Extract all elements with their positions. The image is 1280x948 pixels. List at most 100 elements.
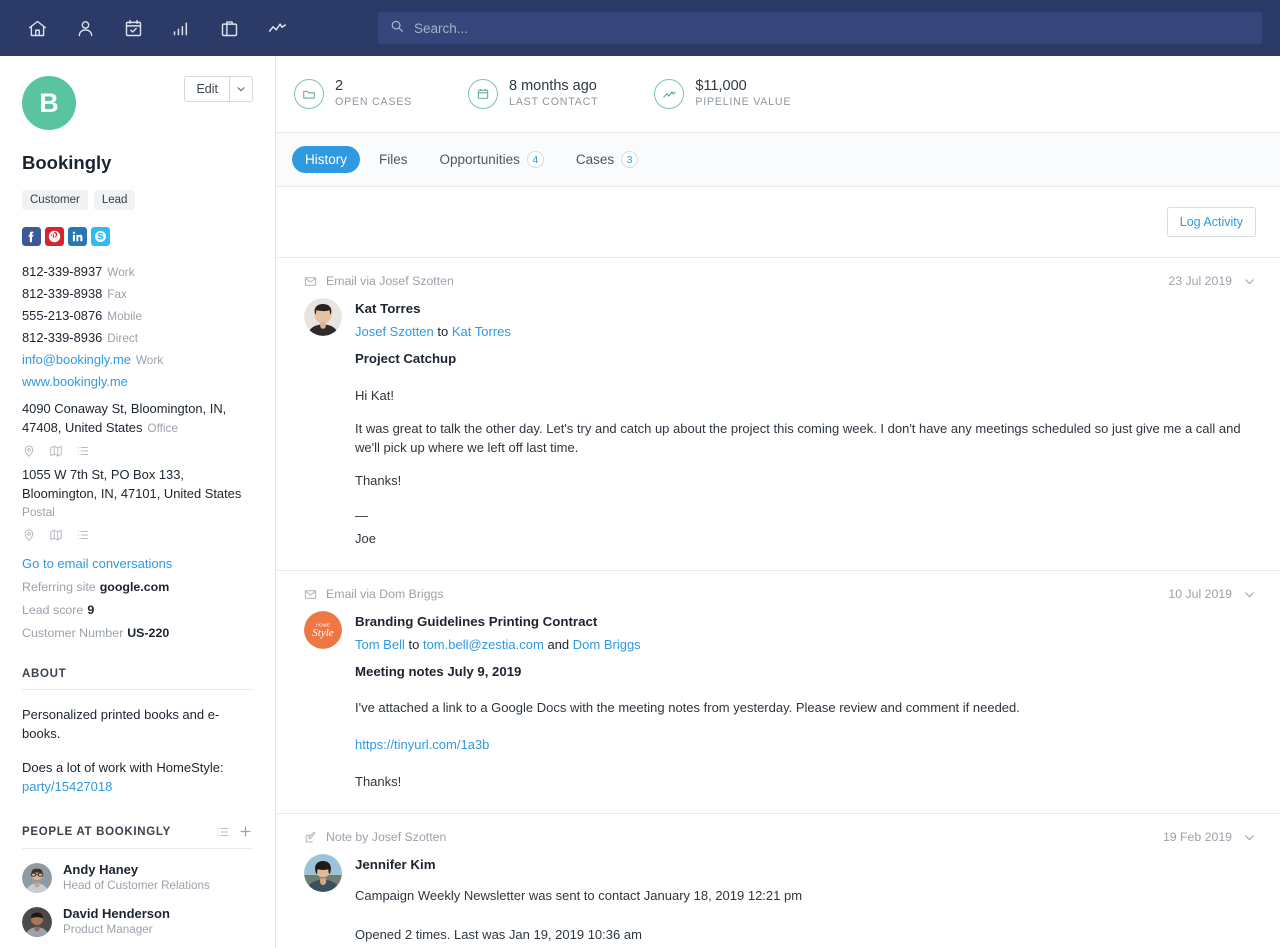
- entry-content: Kat Torres Josef Szotten to Kat Torres P…: [355, 298, 1256, 548]
- about-text: Does a lot of work with HomeStyle:: [22, 760, 224, 775]
- nav-icon-group: [0, 9, 296, 47]
- contact-sidebar: B Edit Bookingly Customer Lead 812-339-8…: [0, 56, 276, 948]
- entry-paragraph: Thanks!: [355, 473, 402, 488]
- entry-to-link[interactable]: Kat Torres: [452, 324, 511, 339]
- phone-value: 812-339-8937: [22, 264, 103, 279]
- map-pin-icon[interactable]: [22, 444, 36, 458]
- entry-body: HOME Style Branding Guidelines Printing C…: [304, 611, 1256, 791]
- log-activity-button[interactable]: Log Activity: [1166, 207, 1256, 237]
- tab-history[interactable]: History: [292, 146, 361, 173]
- person-role: Head of Customer Relations: [63, 879, 210, 892]
- entry-body-link[interactable]: https://tinyurl.com/1a3b: [355, 737, 489, 752]
- entry-kind-label: Email via Josef Szotten: [326, 274, 454, 288]
- detail-key: Customer Number: [22, 626, 124, 640]
- entry-from-link[interactable]: Tom Bell: [355, 637, 405, 652]
- person-role: Product Manager: [63, 923, 153, 936]
- stat-pipeline-value: $11,000 PIPELINE VALUE: [654, 78, 791, 110]
- tab-cases[interactable]: Cases 3: [563, 145, 651, 174]
- pinterest-icon[interactable]: [45, 227, 64, 246]
- plus-icon[interactable]: [238, 824, 253, 839]
- entry-paragraph: I've attached a link to a Google Docs wi…: [355, 700, 1020, 715]
- entry-subject: Meeting notes July 9, 2019: [355, 664, 522, 679]
- avatar: [22, 862, 52, 893]
- map-icon[interactable]: [49, 528, 63, 542]
- stat-text: 8 months ago LAST CONTACT: [509, 78, 598, 110]
- search-input[interactable]: [414, 12, 1250, 44]
- home-icon[interactable]: [18, 9, 56, 47]
- entry-parties: Tom Bell to tom.bell@zestia.com and Dom …: [355, 632, 1256, 658]
- detail-customer-number: Customer Number US-220: [22, 626, 253, 640]
- entry-and-word: and: [547, 637, 570, 652]
- tab-files[interactable]: Files: [366, 146, 421, 173]
- detail-value: google.com: [99, 580, 170, 594]
- go-to-email-conversations-link[interactable]: Go to email conversations: [22, 556, 253, 571]
- about-section-header: ABOUT: [22, 668, 253, 680]
- entry-body: Jennifer Kim Campaign Weekly Newsletter …: [304, 854, 1256, 944]
- detail-value: 9: [87, 603, 95, 617]
- phone-label: Direct: [107, 331, 139, 345]
- search-bar[interactable]: [378, 12, 1262, 44]
- phone-value: 812-339-8936: [22, 330, 103, 345]
- person-icon[interactable]: [66, 9, 104, 47]
- list-item[interactable]: David Henderson Product Manager: [22, 906, 253, 937]
- trend-line-icon[interactable]: [258, 9, 296, 47]
- detail-lead-score: Lead score 9: [22, 603, 253, 617]
- linkedin-icon[interactable]: [68, 227, 87, 246]
- entry-content: Jennifer Kim Campaign Weekly Newsletter …: [355, 854, 1256, 944]
- stat-label: LAST CONTACT: [509, 96, 599, 108]
- skype-icon[interactable]: [91, 227, 110, 246]
- tag-lead[interactable]: Lead: [93, 190, 136, 210]
- facebook-icon[interactable]: [22, 227, 41, 246]
- entry-kind: Email via Josef Szotten: [304, 274, 454, 288]
- about-link[interactable]: party/15427018: [22, 779, 112, 794]
- bar-chart-icon[interactable]: [162, 9, 200, 47]
- email-label: Work: [135, 353, 164, 367]
- list-icon[interactable]: [76, 528, 90, 542]
- list-icon[interactable]: [216, 825, 230, 839]
- stat-label: OPEN CASES: [335, 96, 412, 108]
- entry-kind-label: Email via Dom Briggs: [326, 587, 444, 601]
- chevron-down-icon[interactable]: [1243, 275, 1256, 288]
- timeline-entry-email-2: Email via Dom Briggs 10 Jul 2019 HOME Sty…: [276, 570, 1280, 813]
- chevron-down-icon[interactable]: [1243, 588, 1256, 601]
- phone-label: Mobile: [107, 309, 143, 323]
- entry-title: Jennifer Kim: [355, 857, 436, 872]
- entry-cc-link[interactable]: Dom Briggs: [573, 637, 641, 652]
- chevron-down-icon[interactable]: [1243, 831, 1256, 844]
- envelope-icon: [304, 589, 317, 599]
- about-paragraph: Personalized printed books and e-books.: [22, 707, 220, 741]
- map-pin-icon[interactable]: [22, 528, 36, 542]
- entry-to-link[interactable]: tom.bell@zestia.com: [423, 637, 544, 652]
- avatar: [304, 854, 342, 892]
- trend-line-icon: [654, 79, 685, 109]
- edit-button[interactable]: Edit: [184, 76, 229, 102]
- divider: [22, 848, 253, 849]
- phone-row: 555-213-0876 Mobile: [22, 305, 253, 327]
- address-text: 4090 Conaway St, Bloomington, IN, 47408,…: [22, 401, 227, 435]
- entry-to-word: to: [437, 324, 449, 339]
- people-heading: PEOPLE AT BOOKINGLY: [22, 825, 171, 838]
- list-icon[interactable]: [76, 444, 90, 458]
- people-actions: [216, 824, 253, 839]
- entry-from-link[interactable]: Josef Szotten: [355, 324, 434, 339]
- website-link[interactable]: www.bookingly.me: [22, 374, 128, 389]
- timeline-entry-note-1: Note by Josef Szotten 19 Feb 2019 Jennif…: [276, 813, 1280, 948]
- calendar-icon[interactable]: [114, 9, 152, 47]
- list-item[interactable]: Andy Haney Head of Customer Relations: [22, 862, 253, 893]
- phone-row: 812-339-8937 Work: [22, 261, 253, 283]
- stats-bar: 2 OPEN CASES 8 months ago LAST CONTACT $…: [276, 56, 1280, 133]
- chevron-down-icon[interactable]: [229, 76, 253, 102]
- tab-label: Opportunities: [439, 152, 520, 167]
- map-icon[interactable]: [49, 444, 63, 458]
- entry-kind-label: Note by Josef Szotten: [326, 830, 447, 844]
- phone-value: 555-213-0876: [22, 308, 103, 323]
- entry-date: 23 Jul 2019: [1168, 274, 1232, 288]
- social-links: [22, 227, 253, 246]
- tag-customer[interactable]: Customer: [22, 190, 88, 210]
- email-link[interactable]: info@bookingly.me: [22, 352, 131, 367]
- address-actions: [22, 528, 253, 542]
- tab-opportunities[interactable]: Opportunities 4: [427, 145, 557, 174]
- briefcase-icon[interactable]: [210, 9, 248, 47]
- address-actions: [22, 444, 253, 458]
- tag-list: Customer Lead: [22, 190, 253, 210]
